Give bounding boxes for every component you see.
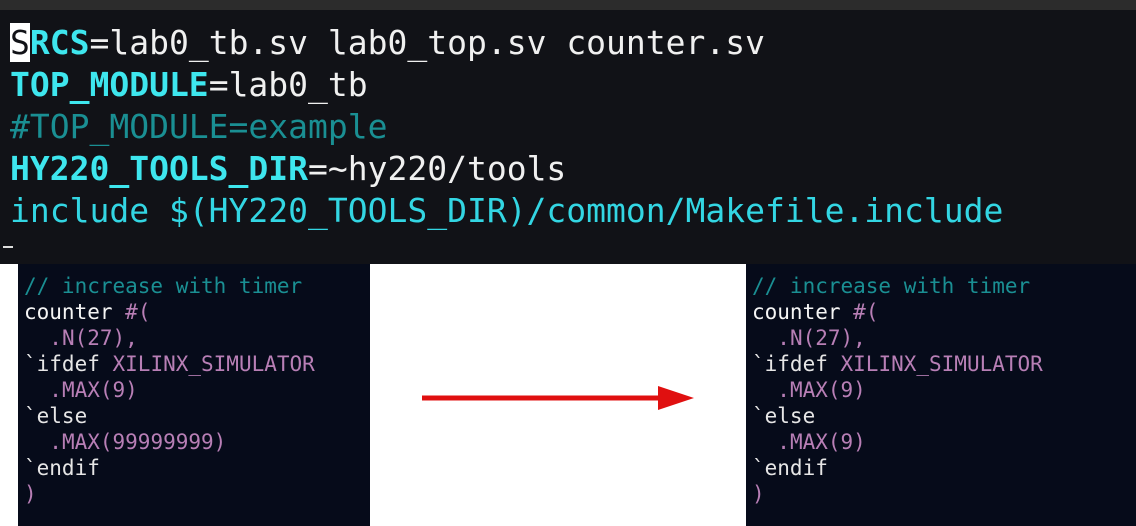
code-pane-before[interactable]: // increase with timer counter #( .N(27)… <box>18 264 370 526</box>
code-max-sim: .MAX(9) <box>752 377 866 403</box>
param-open: #( <box>853 300 879 324</box>
n-param: .N(27), <box>777 326 866 350</box>
code-n-param: .N(27), <box>752 325 866 351</box>
code-n-param: .N(27), <box>24 325 138 351</box>
code-ifdef: `ifdef XILINX_SIMULATOR <box>24 351 315 377</box>
ifdef-symbol: XILINX_SIMULATOR <box>112 352 315 376</box>
line-include: include $(HY220_TOOLS_DIR)/common/Makefi… <box>10 191 1004 230</box>
code-max-sim: .MAX(9) <box>24 377 138 403</box>
n-param: .N(27), <box>49 326 138 350</box>
code-else: `else <box>752 404 816 428</box>
max-hw-param: .MAX(9) <box>777 430 866 454</box>
code-module-line: counter #( <box>24 299 150 325</box>
code-close-paren: ) <box>24 482 37 506</box>
code-comment: // increase with timer <box>752 274 1031 298</box>
code-max-hw: .MAX(99999999) <box>24 429 226 455</box>
right-arrow-icon <box>422 386 694 410</box>
editor-title-bar <box>0 0 1136 10</box>
tools-dir-value: ~hy220/tools <box>327 149 567 188</box>
srcs-value: lab0_tb.sv lab0_top.sv counter.sv <box>109 23 765 62</box>
code-comment: // increase with timer <box>24 274 303 298</box>
module-name: counter <box>752 300 841 324</box>
max-hw-param: .MAX(99999999) <box>49 430 227 454</box>
line-comment: #TOP_MODULE=example <box>10 107 388 146</box>
module-name: counter <box>24 300 113 324</box>
line-srcs: SRCS=lab0_tb.sv lab0_top.sv counter.sv <box>10 22 765 64</box>
code-else: `else <box>24 404 88 428</box>
equals-sign: = <box>89 23 110 62</box>
max-sim-param: .MAX(9) <box>49 378 138 402</box>
code-endif: `endif <box>24 456 100 480</box>
ifdef-directive: `ifdef <box>752 352 828 376</box>
code-endif: `endif <box>752 456 828 480</box>
var-top-module: TOP_MODULE <box>10 65 209 104</box>
makefile-editor[interactable]: SRCS=lab0_tb.sv lab0_top.sv counter.sv T… <box>0 0 1136 264</box>
equals-sign: = <box>208 65 229 104</box>
var-tools-dir: HY220_TOOLS_DIR <box>10 149 309 188</box>
var-srcs: RCS <box>29 23 90 62</box>
code-ifdef: `ifdef XILINX_SIMULATOR <box>752 351 1043 377</box>
ifdef-directive: `ifdef <box>24 352 100 376</box>
code-module-line: counter #( <box>752 299 878 325</box>
param-open: #( <box>125 300 151 324</box>
code-max-hw: .MAX(9) <box>752 429 866 455</box>
line-tools-dir: HY220_TOOLS_DIR=~hy220/tools <box>10 148 566 190</box>
equals-sign: = <box>308 149 328 188</box>
ifdef-symbol: XILINX_SIMULATOR <box>840 352 1043 376</box>
line-top-module: TOP_MODULE=lab0_tb <box>10 64 368 106</box>
max-sim-param: .MAX(9) <box>777 378 866 402</box>
text-cursor: S <box>10 23 30 62</box>
code-pane-after[interactable]: // increase with timer counter #( .N(27)… <box>746 264 1136 526</box>
top-module-value: lab0_tb <box>228 65 368 104</box>
code-close-paren: ) <box>752 482 765 506</box>
partial-glyph <box>3 246 13 258</box>
